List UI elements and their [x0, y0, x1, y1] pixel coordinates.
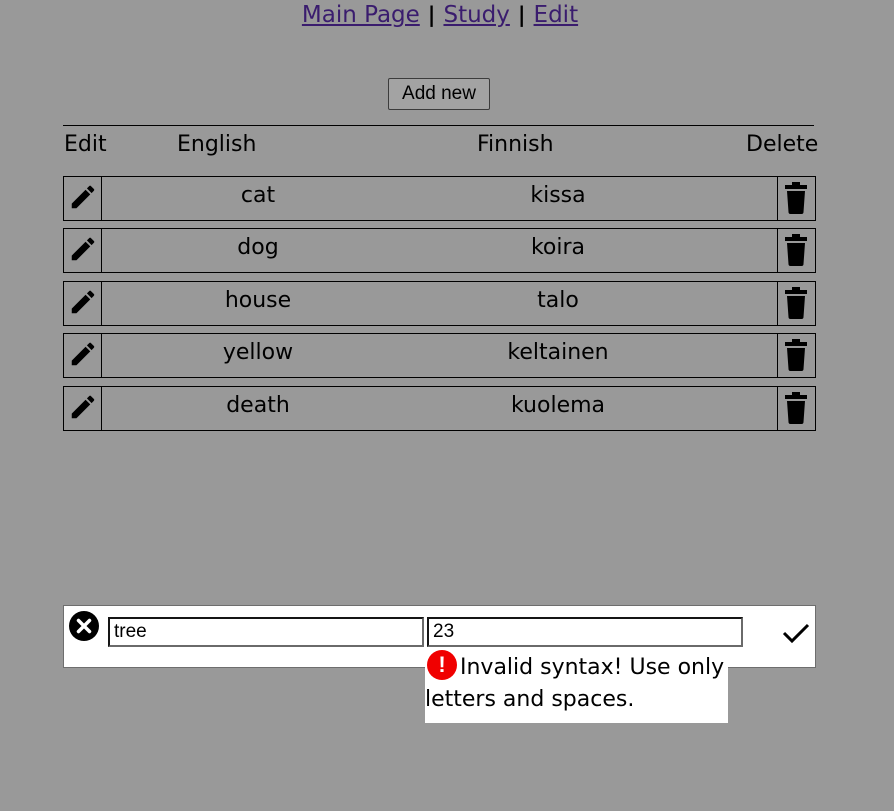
- delete-row-button[interactable]: [777, 282, 815, 325]
- nav-link-study[interactable]: Study: [443, 2, 509, 28]
- finnish-word: keltainen: [507, 340, 609, 365]
- checkmark-icon[interactable]: [781, 618, 811, 648]
- column-header-english: English: [177, 132, 257, 157]
- trash-icon: [785, 234, 807, 266]
- finnish-input[interactable]: [427, 617, 743, 647]
- english-word: yellow: [222, 340, 294, 365]
- edit-row-button[interactable]: [64, 229, 102, 272]
- english-word: house: [224, 288, 292, 313]
- edit-row-button[interactable]: [64, 334, 102, 377]
- edit-row-button[interactable]: [64, 177, 102, 220]
- word-row: house talo: [63, 281, 816, 326]
- validation-error-tooltip: ! Invalid syntax! Use only letters and sp…: [425, 650, 728, 723]
- column-header-finnish: Finnish: [477, 132, 554, 157]
- nav-separator: |: [517, 3, 526, 27]
- word-row: dog koira: [63, 228, 816, 273]
- trash-icon: [785, 287, 807, 319]
- edit-row-button[interactable]: [64, 387, 102, 430]
- delete-row-button[interactable]: [777, 334, 815, 377]
- add-new-button[interactable]: Add new: [388, 78, 490, 110]
- english-word: cat: [240, 183, 276, 208]
- trash-icon: [785, 339, 807, 371]
- pencil-icon: [71, 237, 95, 261]
- pencil-icon: [71, 290, 95, 314]
- edit-row-button[interactable]: [64, 282, 102, 325]
- delete-row-button[interactable]: [777, 229, 815, 272]
- finnish-word: kuolema: [510, 393, 606, 418]
- pencil-icon: [71, 395, 95, 419]
- exclamation-icon: !: [427, 650, 457, 680]
- trash-icon: [785, 392, 807, 424]
- trash-icon: [785, 182, 807, 214]
- word-row: yellow keltainen: [63, 333, 816, 378]
- pencil-icon: [71, 342, 95, 366]
- column-header-delete: Delete: [746, 132, 819, 157]
- finnish-word: talo: [537, 288, 579, 313]
- english-word: death: [226, 393, 290, 418]
- finnish-word: koira: [530, 235, 586, 260]
- english-word: dog: [237, 235, 279, 260]
- close-circle-icon[interactable]: [68, 610, 100, 642]
- nav-link-main-page[interactable]: Main Page: [302, 2, 420, 28]
- delete-row-button[interactable]: [777, 177, 815, 220]
- word-row: death kuolema: [63, 386, 816, 431]
- finnish-word: kissa: [530, 183, 586, 208]
- error-message: Invalid syntax! Use only letters and spa…: [425, 655, 725, 712]
- delete-row-button[interactable]: [777, 387, 815, 430]
- header-divider: [63, 125, 814, 126]
- top-navigation: Main Page | Study | Edit: [0, 2, 880, 28]
- nav-link-edit[interactable]: Edit: [534, 2, 579, 28]
- pencil-icon: [71, 185, 95, 209]
- nav-separator: |: [427, 3, 436, 27]
- column-header-edit: Edit: [64, 132, 107, 157]
- english-input[interactable]: [108, 617, 424, 647]
- word-row: cat kissa: [63, 176, 816, 221]
